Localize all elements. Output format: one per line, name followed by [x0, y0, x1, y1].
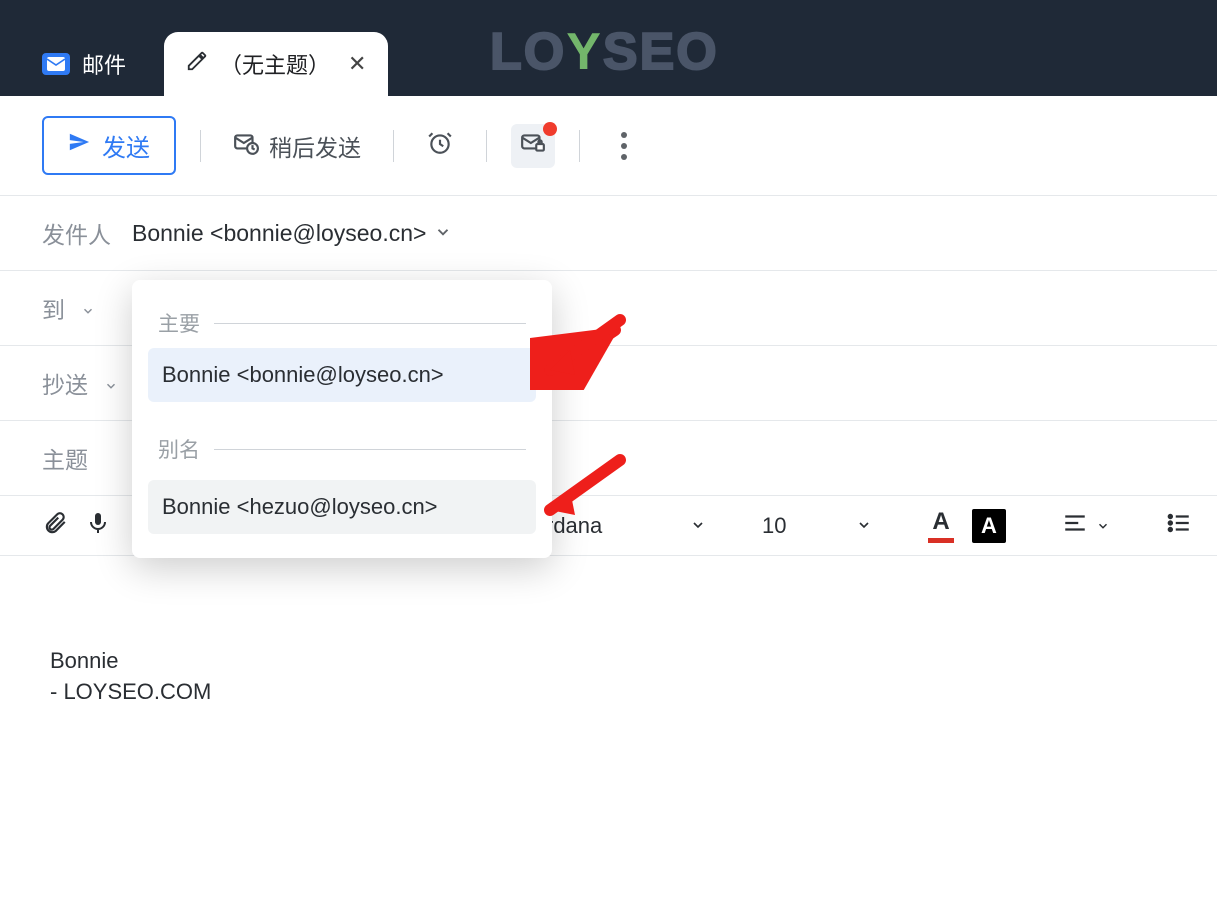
dropdown-primary-header: 主要 — [148, 298, 536, 348]
sender-dropdown: 主要 Bonnie <bonnie@loyseo.cn> 别名 Bonnie <… — [132, 280, 552, 558]
from-label: 发件人 — [42, 216, 132, 250]
clock-mail-icon — [233, 130, 259, 162]
send-button[interactable]: 发送 — [42, 116, 176, 175]
highlight-icon: A — [972, 509, 1006, 543]
mail-lock-icon — [520, 130, 546, 161]
divider — [200, 130, 201, 162]
chevron-down-icon — [690, 513, 706, 539]
tab-bar: 邮件 （无主题） ✕ LOYSEO — [0, 0, 1217, 96]
divider — [486, 130, 487, 162]
dropdown-alias-header: 别名 — [148, 424, 536, 474]
voice-button[interactable] — [86, 511, 110, 541]
font-color-icon: A — [928, 508, 954, 543]
send-later-button[interactable]: 稍后发送 — [225, 123, 369, 169]
tab-mail[interactable]: 邮件 — [20, 32, 148, 96]
font-size-select[interactable]: 10 — [762, 513, 872, 539]
signature-line1: Bonnie — [50, 646, 1167, 677]
bullet-list-icon — [1166, 510, 1192, 542]
send-later-label: 稍后发送 — [269, 129, 361, 163]
chevron-down-icon — [1096, 513, 1110, 539]
chevron-down-icon[interactable] — [434, 220, 452, 247]
notification-dot-icon — [543, 122, 557, 136]
signature-line2: - LOYSEO.COM — [50, 677, 1167, 708]
divider — [393, 130, 394, 162]
font-size-value: 10 — [762, 513, 786, 539]
paper-plane-icon — [68, 131, 90, 160]
alarm-clock-icon — [427, 130, 453, 161]
pencil-icon — [186, 50, 208, 78]
more-actions-button[interactable] — [604, 126, 644, 166]
annotation-arrow-icon — [530, 450, 630, 530]
align-left-icon — [1062, 510, 1088, 542]
mail-icon — [42, 53, 70, 75]
tab-compose-label: （无主题） — [220, 48, 330, 80]
from-value[interactable]: Bonnie <bonnie@loyseo.cn> — [132, 220, 426, 247]
align-button[interactable] — [1062, 510, 1110, 542]
close-icon[interactable]: ✕ — [348, 51, 366, 77]
microphone-icon — [86, 511, 110, 541]
encrypt-button[interactable] — [511, 124, 555, 168]
annotation-arrow-icon — [530, 310, 630, 390]
list-button[interactable] — [1166, 510, 1192, 542]
subject-label: 主题 — [42, 441, 132, 475]
paperclip-icon — [42, 510, 68, 542]
font-color-button[interactable]: A — [928, 508, 954, 543]
sender-option-primary[interactable]: Bonnie <bonnie@loyseo.cn> — [148, 348, 536, 402]
divider — [579, 130, 580, 162]
attach-button[interactable] — [42, 510, 68, 542]
highlight-color-button[interactable]: A — [972, 509, 1006, 543]
sender-option-alias[interactable]: Bonnie <hezuo@loyseo.cn> — [148, 480, 536, 534]
watermark-logo: LOYSEO — [490, 22, 719, 82]
from-row: 发件人 Bonnie <bonnie@loyseo.cn> — [0, 195, 1217, 270]
tab-mail-label: 邮件 — [82, 48, 126, 80]
cc-label: 抄送 — [42, 366, 132, 400]
to-label: 到 — [42, 291, 132, 325]
chevron-down-icon — [856, 513, 872, 539]
chevron-down-icon — [104, 372, 118, 398]
compose-body[interactable]: Bonnie - LOYSEO.COM — [0, 556, 1217, 798]
tab-compose[interactable]: （无主题） ✕ — [164, 32, 388, 96]
reminder-button[interactable] — [418, 124, 462, 168]
action-toolbar: 发送 稍后发送 — [0, 96, 1217, 195]
send-button-label: 发送 — [102, 128, 150, 163]
chevron-down-icon — [81, 297, 95, 323]
